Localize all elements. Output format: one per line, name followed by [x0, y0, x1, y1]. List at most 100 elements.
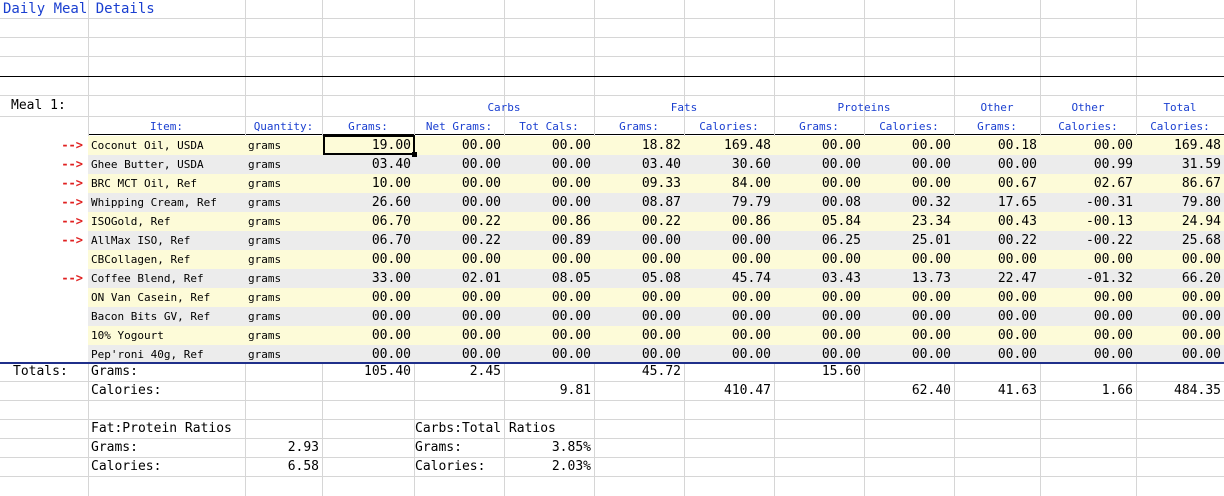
total-carbs-calories[interactable]: 9.81: [504, 381, 594, 400]
item-name[interactable]: Ghee Butter, USDA: [88, 155, 245, 174]
total-fats-grams[interactable]: 45.72: [594, 362, 684, 381]
total-grams[interactable]: 105.40: [322, 362, 414, 381]
item-quantity-unit[interactable]: grams: [245, 288, 322, 307]
value-cell[interactable]: 00.00: [414, 155, 504, 174]
value-cell[interactable]: 00.00: [864, 250, 954, 269]
item-name[interactable]: CBCollagen, Ref: [88, 250, 245, 269]
value-cell[interactable]: 00.00: [864, 155, 954, 174]
total-calories[interactable]: 484.35: [1136, 381, 1224, 400]
value-cell[interactable]: 06.70: [322, 212, 414, 231]
value-cell[interactable]: 00.00: [774, 174, 864, 193]
fat-protein-calories-label[interactable]: Calories:: [88, 457, 238, 476]
item-quantity-unit[interactable]: grams: [245, 326, 322, 345]
value-cell[interactable]: 00.00: [774, 155, 864, 174]
value-cell[interactable]: 00.00: [504, 174, 594, 193]
value-cell[interactable]: 45.74: [684, 269, 774, 288]
value-cell[interactable]: 00.86: [504, 212, 594, 231]
selected-cell[interactable]: [323, 135, 417, 157]
value-cell[interactable]: 10.00: [322, 174, 414, 193]
value-cell[interactable]: 03.40: [594, 155, 684, 174]
value-cell[interactable]: 13.73: [864, 269, 954, 288]
item-name[interactable]: 10% Yogourt: [88, 326, 245, 345]
value-cell[interactable]: 00.00: [1040, 288, 1136, 307]
spreadsheet[interactable]: Daily Meal Details Meal 1: Carbs Fats Pr…: [0, 0, 1224, 496]
value-cell[interactable]: 00.00: [774, 326, 864, 345]
group-header-proteins[interactable]: Proteins: [774, 98, 954, 117]
value-cell[interactable]: 00.00: [1136, 250, 1224, 269]
fat-protein-title[interactable]: Fat:Protein Ratios: [88, 419, 322, 438]
value-cell[interactable]: 05.08: [594, 269, 684, 288]
value-cell[interactable]: -01.32: [1040, 269, 1136, 288]
carbs-total-calories[interactable]: 2.03%: [504, 457, 594, 476]
value-cell[interactable]: 02.67: [1040, 174, 1136, 193]
meal-label[interactable]: Meal 1:: [8, 96, 90, 115]
value-cell[interactable]: 00.22: [414, 231, 504, 250]
value-cell[interactable]: 00.00: [864, 326, 954, 345]
value-cell[interactable]: 00.00: [954, 307, 1040, 326]
value-cell[interactable]: 00.32: [864, 193, 954, 212]
value-cell[interactable]: 00.00: [504, 193, 594, 212]
value-cell[interactable]: 00.00: [504, 155, 594, 174]
value-cell[interactable]: 169.48: [1136, 136, 1224, 155]
item-quantity-unit[interactable]: grams: [245, 136, 322, 155]
item-quantity-unit[interactable]: grams: [245, 155, 322, 174]
group-header-carbs[interactable]: Carbs: [414, 98, 594, 117]
value-cell[interactable]: 00.00: [684, 288, 774, 307]
value-cell[interactable]: 00.89: [504, 231, 594, 250]
value-cell[interactable]: 00.00: [864, 288, 954, 307]
value-cell[interactable]: 00.00: [1040, 136, 1136, 155]
value-cell[interactable]: 00.00: [684, 307, 774, 326]
value-cell[interactable]: 26.60: [322, 193, 414, 212]
value-cell[interactable]: 00.99: [1040, 155, 1136, 174]
value-cell[interactable]: 03.43: [774, 269, 864, 288]
value-cell[interactable]: -00.31: [1040, 193, 1136, 212]
value-cell[interactable]: 25.01: [864, 231, 954, 250]
value-cell[interactable]: 00.00: [954, 326, 1040, 345]
value-cell[interactable]: 00.00: [504, 326, 594, 345]
value-cell[interactable]: 25.68: [1136, 231, 1224, 250]
value-cell[interactable]: 00.00: [954, 250, 1040, 269]
carbs-total-title[interactable]: Carbs:Total Ratios: [412, 419, 602, 438]
value-cell[interactable]: 00.00: [774, 288, 864, 307]
item-name[interactable]: Bacon Bits GV, Ref: [88, 307, 245, 326]
value-cell[interactable]: 06.70: [322, 231, 414, 250]
group-header-other-calories[interactable]: Other: [1040, 98, 1136, 117]
sheet-title[interactable]: Daily Meal Details: [0, 0, 240, 19]
value-cell[interactable]: 08.87: [594, 193, 684, 212]
value-cell[interactable]: 66.20: [1136, 269, 1224, 288]
total-net-grams[interactable]: 2.45: [414, 362, 504, 381]
value-cell[interactable]: 00.00: [414, 174, 504, 193]
item-name[interactable]: AllMax ISO, Ref: [88, 231, 245, 250]
carbs-total-grams-label[interactable]: Grams:: [412, 438, 504, 457]
item-name[interactable]: Coffee Blend, Ref: [88, 269, 245, 288]
value-cell[interactable]: 00.86: [684, 212, 774, 231]
item-quantity-unit[interactable]: grams: [245, 269, 322, 288]
group-header-other-grams[interactable]: Other: [954, 98, 1040, 117]
value-cell[interactable]: 00.18: [954, 136, 1040, 155]
value-cell[interactable]: 00.00: [504, 136, 594, 155]
value-cell[interactable]: 00.00: [954, 155, 1040, 174]
carbs-total-calories-label[interactable]: Calories:: [412, 457, 504, 476]
value-cell[interactable]: 00.00: [594, 326, 684, 345]
value-cell[interactable]: 00.67: [954, 174, 1040, 193]
value-cell[interactable]: 23.34: [864, 212, 954, 231]
value-cell[interactable]: 00.00: [684, 231, 774, 250]
item-name[interactable]: Coconut Oil, USDA: [88, 136, 245, 155]
value-cell[interactable]: -00.22: [1040, 231, 1136, 250]
value-cell[interactable]: 00.00: [504, 288, 594, 307]
value-cell[interactable]: 86.67: [1136, 174, 1224, 193]
value-cell[interactable]: 17.65: [954, 193, 1040, 212]
value-cell[interactable]: 09.33: [594, 174, 684, 193]
value-cell[interactable]: 06.25: [774, 231, 864, 250]
value-cell[interactable]: 84.00: [684, 174, 774, 193]
value-cell[interactable]: -00.13: [1040, 212, 1136, 231]
item-quantity-unit[interactable]: grams: [245, 193, 322, 212]
value-cell[interactable]: 00.00: [1040, 326, 1136, 345]
value-cell[interactable]: 00.00: [414, 326, 504, 345]
value-cell[interactable]: 00.00: [864, 307, 954, 326]
value-cell[interactable]: 00.00: [774, 307, 864, 326]
value-cell[interactable]: 22.47: [954, 269, 1040, 288]
value-cell[interactable]: 79.80: [1136, 193, 1224, 212]
value-cell[interactable]: 02.01: [414, 269, 504, 288]
value-cell[interactable]: 00.00: [414, 193, 504, 212]
